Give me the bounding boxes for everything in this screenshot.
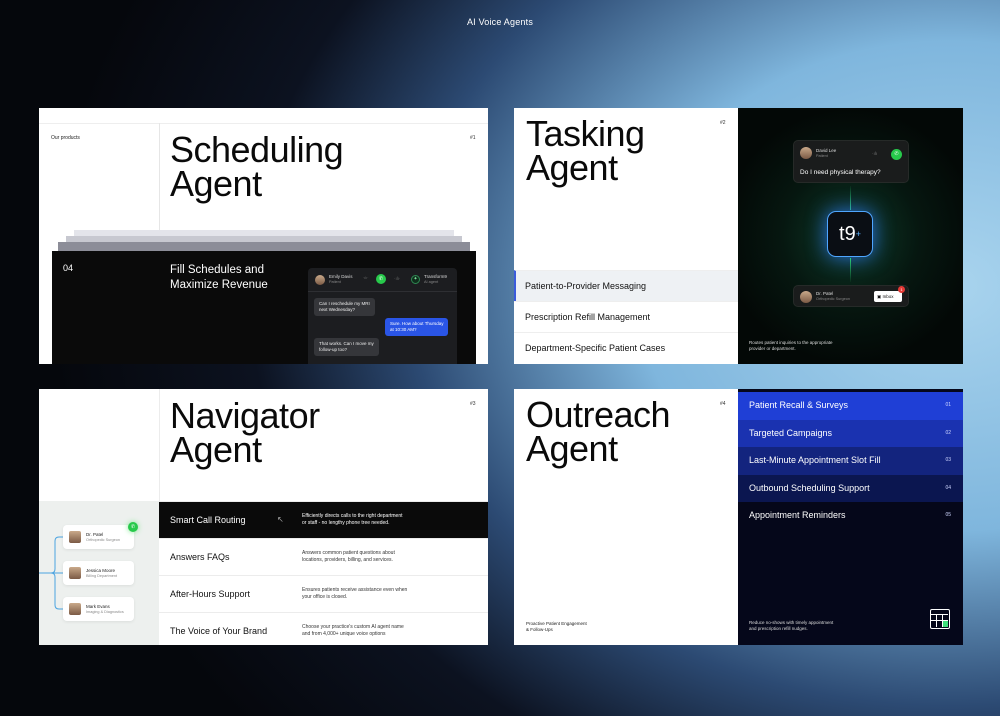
chat-message: Sure. How about Thursday at 10:30 AM? [385,318,449,336]
phone-icon[interactable]: ✆ [891,149,902,160]
patient-question: Do I need physical therapy? [800,169,881,176]
routing-visual: Dr. Patel Orthopedic Surgeon ✆ Jessica M… [39,501,159,645]
contact-department: Imaging & Diagnostics [86,610,124,614]
list-item-refill[interactable]: Prescription Refill Management [514,301,738,332]
divider [159,389,160,501]
outreach-agent-card[interactable]: Outreach Agent #4 Proactive Patient Enga… [514,389,963,645]
navigator-agent-card[interactable]: Navigator Agent #3 Dr. Patel Orthopedic … [39,389,488,645]
list-item-slot-fill[interactable]: Last-Minute Appointment Slot Fill 03 [738,447,963,475]
feature-label: Answers FAQs [170,552,230,562]
agent-role: AI agent [424,280,439,284]
chat-window: Emily Davis Patient ·ılı· ✆ ·ılı· ✦ Tran… [308,268,457,364]
chat-message: That works. Can I move my follow-up too? [314,338,379,356]
card-title: Outreach Agent [526,394,671,469]
divider [39,123,488,124]
feature-row-routing[interactable]: Smart Call Routing ↖ Efficiently directs… [159,501,488,538]
outreach-list: Patient Recall & Surveys 01 Targeted Camp… [738,389,963,645]
feature-description: Choose your practice's custom AI agent n… [302,624,404,637]
list-item-cases[interactable]: Department-Specific Patient Cases [514,332,738,363]
caller-role: Patient [329,280,341,284]
patient-role: Patient [816,154,828,158]
chat-message: Can I reschedule my MRI next Wednesday? [314,298,375,316]
avatar [69,567,81,579]
contact-card[interactable]: Jessica Moore Billing Department [63,561,134,585]
outreach-description: Reduce no-shows with timely appointment … [749,620,834,631]
list-item-recall[interactable]: Patient Recall & Surveys 01 [738,392,963,420]
list-item-messaging[interactable]: Patient-to-Provider Messaging [514,270,738,301]
patient-name: David Lee [816,148,837,153]
avatar [69,531,81,543]
contact-name: Jessica Moore [86,568,116,573]
list-item-reminders[interactable]: Appointment Reminders 05 [738,502,963,530]
contact-department: Orthopedic Surgeon [86,538,120,542]
inbox-button[interactable]: ▣ Inbox [874,291,902,302]
avatar [800,147,812,159]
patient-chip: David Lee Patient ·ılı ✆ Do I need physi… [793,140,909,183]
contact-name: Dr. Patel [86,532,104,537]
tasking-visual: David Lee Patient ·ılı ✆ Do I need physi… [738,108,963,364]
feature-description: Ensures patients receive assistance even… [302,587,408,600]
feature-label: Smart Call Routing [170,515,246,525]
avatar [69,603,81,615]
divider [159,123,160,233]
provider-name: Dr. Patel [816,291,834,296]
card-number: #4 [720,401,726,407]
tasking-agent-card[interactable]: Tasking Agent #2 Patient-to-Provider Mes… [514,108,963,364]
feature-row-faqs[interactable]: Answers FAQs Answers common patient ques… [159,538,488,575]
card-number: #3 [470,401,476,407]
page-title: AI Voice Agents [466,17,534,27]
feature-panel: 04 Fill Schedules and Maximize Revenue E… [52,251,476,364]
avatar [315,275,325,285]
card-title: Scheduling Agent [170,129,344,204]
contact-card[interactable]: Dr. Patel Orthopedic Surgeon [63,525,134,549]
chat-header: Emily Davis Patient ·ılı· ✆ ·ılı· ✦ Tran… [308,268,457,292]
card-title: Tasking Agent [526,113,645,188]
list-item-scheduling-support[interactable]: Outbound Scheduling Support 04 [738,474,963,502]
scheduling-agent-card[interactable]: Our products #1 Scheduling Agent 04 Fill… [39,108,488,364]
agent-name: Transform9 [424,274,447,279]
card-number: #2 [720,120,726,126]
section-label: Our products [51,135,80,141]
connector-line [850,186,851,210]
feature-row-brand-voice[interactable]: The Voice of Your Brand Choose your prac… [159,612,488,645]
phone-icon[interactable]: ✆ [376,274,386,284]
list-item-campaigns[interactable]: Targeted Campaigns 02 [738,419,963,447]
section-number: 04 [63,263,74,273]
ai-agent-icon: ✦ [411,275,420,284]
feature-headline: Fill Schedules and Maximize Revenue [170,264,268,291]
feature-label: After-Hours Support [170,589,251,599]
feature-description: Answers common patient questions about lo… [302,550,395,563]
contact-department: Billing Department [86,574,118,578]
t9-logo: t9+ [827,211,873,257]
contact-name: Mark Evans [86,604,110,609]
card-title: Navigator Agent [170,395,320,470]
cursor-icon: ↖ [277,515,284,524]
outreach-caption: Proactive Patient Engagement & Follow-Up… [526,621,587,632]
waveform-icon: ·ılı [872,151,877,156]
notification-badge: 1 [898,286,905,293]
provider-chip: Dr. Patel Orthopedic Surgeon ▣ Inbox 1 [793,285,909,307]
calendar-icon [930,609,950,629]
feature-label: The Voice of Your Brand [170,626,268,636]
phone-icon[interactable]: ✆ [128,522,138,532]
card-number: #1 [470,135,476,141]
waveform-icon: ·ılı· [363,276,369,280]
avatar [800,291,812,303]
connector-line [850,258,851,282]
provider-role: Orthopedic Surgeon [816,297,850,301]
tasking-caption: Routes patient inquiries to the appropri… [749,340,833,351]
feature-row-after-hours[interactable]: After-Hours Support Ensures patients rec… [159,575,488,612]
caller-name: Emily Davis [329,274,353,279]
contact-card[interactable]: Mark Evans Imaging & Diagnostics [63,597,134,621]
waveform-icon: ·ılı· [394,276,401,281]
feature-description: Efficiently directs calls to the right d… [302,513,403,526]
